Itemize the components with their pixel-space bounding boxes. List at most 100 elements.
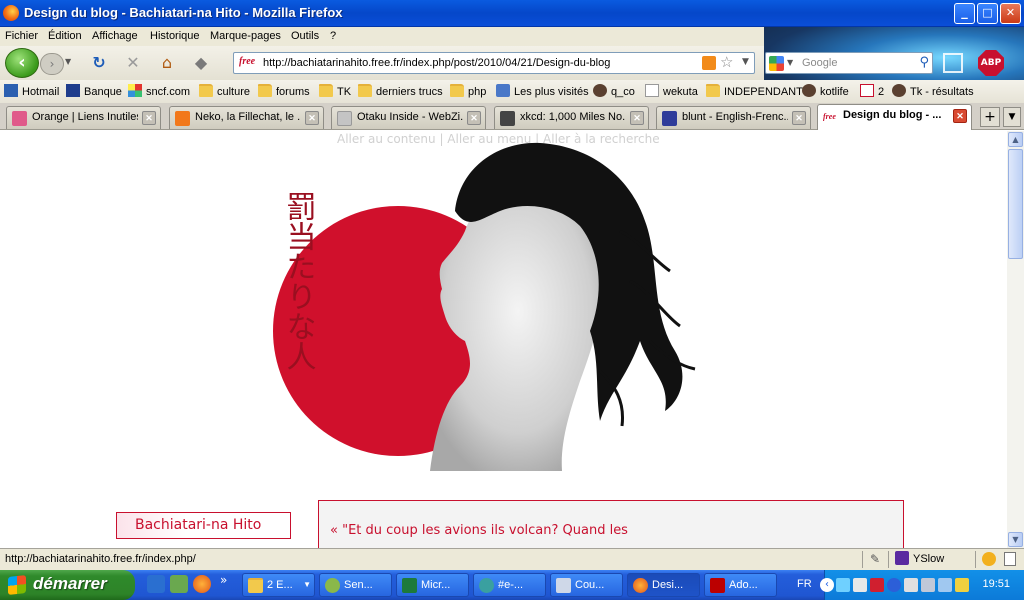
search-bar[interactable]: ▼ Google ⚲ [765,52,933,74]
taskbar-item[interactable]: Ado... [704,573,777,597]
bookmark-item[interactable]: wekuta [645,84,698,100]
taskbar-item[interactable]: 2 E... ▼ [242,573,315,597]
bookmark-item[interactable]: Banque [66,84,122,100]
menu-fichier[interactable]: Fichier [5,30,38,42]
close-button[interactable]: ✕ [1000,3,1021,24]
bookmark-item[interactable]: q_co [593,84,635,100]
avatar-icon [802,84,816,97]
notes-icon[interactable] [1004,552,1016,566]
menu-affichage[interactable]: Affichage [92,30,138,42]
back-button[interactable]: ‹ [5,48,39,78]
scroll-down-arrow-icon[interactable]: ▼ [1008,532,1023,547]
search-input[interactable]: Google [802,57,837,69]
site-identity-badge[interactable]: free [239,56,255,67]
tab-close-icon[interactable]: ✕ [467,111,481,125]
taskbar-item[interactable]: Micr... [396,573,469,597]
menu-help[interactable]: ? [330,30,336,42]
tray-device-icon[interactable] [853,578,867,592]
bookmark-folder[interactable]: TK [319,84,351,100]
taskbar-item-active[interactable]: Desi... [627,573,700,597]
url-bar[interactable]: free http://bachiatarinahito.free.fr/ind… [233,52,755,74]
bookmark-folder[interactable]: culture [199,84,250,100]
tab-close-icon[interactable]: ✕ [792,111,806,125]
tab-close-icon[interactable]: ✕ [953,109,967,123]
home-icon[interactable]: ⌂ [156,52,178,74]
tray-battery-icon[interactable] [938,578,952,592]
url-text[interactable]: http://bachiatarinahito.free.fr/index.ph… [263,57,610,69]
title-bar[interactable]: Design du blog - Bachiatari-na Hito - Mo… [0,0,1024,27]
status-separator [975,551,976,568]
tab-design-du-blog[interactable]: free Design du blog - ... ✕ [817,104,972,130]
engine-dropdown-icon[interactable]: ▼ [787,58,793,67]
google-engine-icon[interactable] [769,56,784,71]
tray-antivirus-icon[interactable] [870,578,884,592]
bookmark-item[interactable]: Les plus visités [496,84,589,100]
pen-icon[interactable]: ✎ [870,552,880,566]
menu-historique[interactable]: Historique [150,30,200,42]
tab-otaku-inside[interactable]: Otaku Inside - WebZi... ✕ [331,106,486,129]
group-dropdown-icon: ▼ [303,580,311,589]
tab-close-icon[interactable]: ✕ [305,111,319,125]
firefox-icon [3,5,19,21]
smiley-icon[interactable] [982,552,996,566]
quicklaunch-firefox-icon[interactable] [193,575,211,593]
tab-orange[interactable]: Orange | Liens Inutiles ✕ [6,106,161,129]
addon-gem-icon[interactable]: ◆ [190,52,212,74]
tray-volume-icon[interactable] [904,578,918,592]
chat-icon [479,578,494,593]
taskbar-item[interactable]: Cou... [550,573,623,597]
bookmark-folder[interactable]: php [450,84,486,100]
forward-button[interactable]: › [40,53,64,75]
bookmark-folder[interactable]: derniers trucs [358,84,443,100]
adblock-plus-icon[interactable]: ABP [978,50,1004,76]
language-indicator[interactable]: FR [797,578,812,590]
bookmark-star-icon[interactable]: ☆ [720,53,733,71]
scroll-up-arrow-icon[interactable]: ▲ [1008,132,1023,147]
most-visited-icon [496,84,510,97]
post-excerpt-text[interactable]: « "Et du coup les avions ils volcan? Qua… [330,523,628,538]
window-switch-icon[interactable] [943,53,963,73]
reload-icon[interactable]: ↻ [88,52,110,74]
scroll-thumb[interactable] [1008,149,1023,259]
history-dropdown-icon[interactable]: ▼ [65,57,77,69]
tray-network-icon[interactable] [836,578,850,592]
taskbar-item[interactable]: Sen... [319,573,392,597]
bookmark-item[interactable]: sncf.com [128,84,190,100]
tab-list-dropdown-icon[interactable]: ▼ [1003,107,1021,127]
vertical-scrollbar[interactable]: ▲ ▼ [1007,131,1024,548]
taskbar-item[interactable]: #e-... [473,573,546,597]
url-dropdown-icon[interactable]: ▼ [742,57,749,67]
bookmark-item[interactable]: kotlife [802,84,849,100]
rss-feed-icon[interactable] [702,56,716,70]
clock[interactable]: 19:51 [982,578,1010,590]
bookmark-folder[interactable]: forums [258,84,310,100]
yslow-button[interactable]: YSlow [895,551,944,565]
tab-close-icon[interactable]: ✕ [142,111,156,125]
quicklaunch-chevron-icon[interactable]: » [220,573,227,587]
new-tab-icon[interactable]: + [980,107,1000,127]
bookmark-item[interactable]: 2 [860,84,884,100]
menu-marque-pages[interactable]: Marque-pages [210,30,281,42]
start-button[interactable]: démarrer [0,570,135,600]
tab-blunt[interactable]: blunt - English-Frenc... ✕ [656,106,811,129]
status-separator [888,551,889,568]
bookmark-folder[interactable]: INDEPENDANT [706,84,803,100]
quicklaunch-messenger-icon[interactable] [170,575,188,593]
sidebar-blog-title[interactable]: Bachiatari-na Hito [116,512,291,539]
tab-xkcd[interactable]: xkcd: 1,000 Miles No... ✕ [494,106,649,129]
search-icon[interactable]: ⚲ [919,55,929,70]
tray-tools-icon[interactable] [955,578,969,592]
tray-monitor-icon[interactable] [921,578,935,592]
tab-neko[interactable]: Neko, la Fillechat, le ... ✕ [169,106,324,129]
maximize-button[interactable]: □ [977,3,998,24]
minimize-button[interactable]: _ [954,3,975,24]
menu-edition[interactable]: Édition [48,30,82,42]
menu-outils[interactable]: Outils [291,30,319,42]
tray-bluetooth-icon[interactable] [887,578,901,592]
tab-close-icon[interactable]: ✕ [630,111,644,125]
bookmark-item[interactable]: Hotmail [4,84,59,100]
tray-expand-icon[interactable]: ‹ [820,578,834,592]
bookmark-item[interactable]: Tk - résultats [892,84,974,100]
quicklaunch-ie-icon[interactable] [147,575,165,593]
stop-icon[interactable]: ✕ [122,52,144,74]
